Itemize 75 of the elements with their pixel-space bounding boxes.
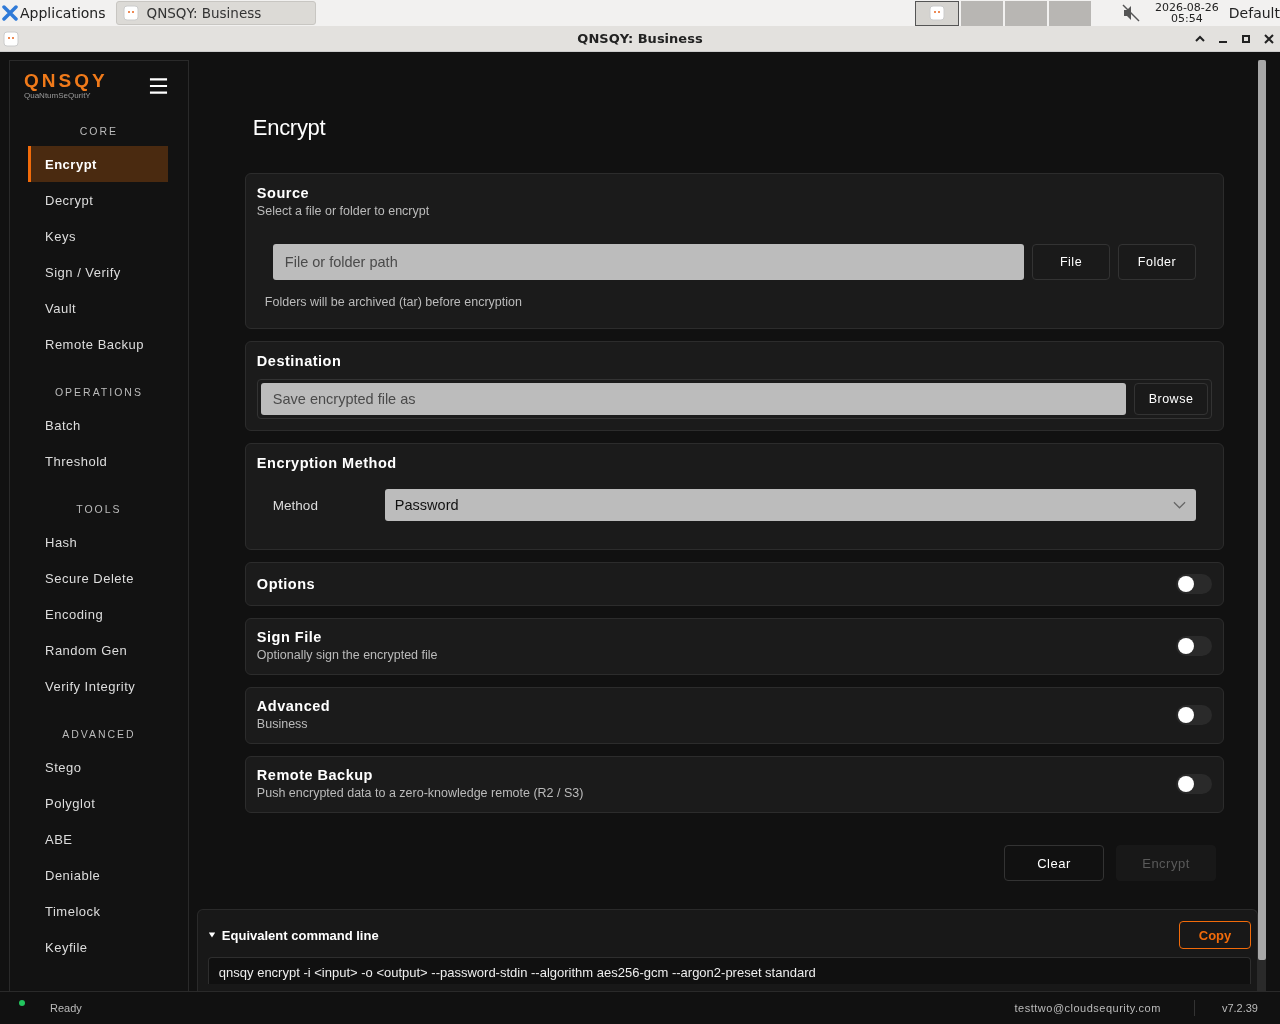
logo-text: QNSQY xyxy=(24,71,108,91)
method-label: Method xyxy=(272,497,319,513)
sidebar-item[interactable]: Batch xyxy=(28,407,168,443)
applications-menu[interactable]: Applications xyxy=(0,0,116,26)
sidebar-item[interactable]: Verify Integrity xyxy=(28,668,168,704)
close-icon[interactable] xyxy=(1264,33,1274,44)
card-title: Remote Backup xyxy=(256,767,374,783)
sidebar-item[interactable]: Threshold xyxy=(28,443,168,479)
logo-tagline: QuaNtumSeQuritY xyxy=(24,91,92,101)
menu-icon[interactable] xyxy=(148,77,168,95)
destination-field[interactable]: Save encrypted file as xyxy=(260,383,1126,415)
copy-button[interactable]: Copy xyxy=(1179,921,1251,949)
sidebar-item[interactable]: Keys xyxy=(28,218,168,254)
sidebar-item[interactable]: Hash xyxy=(28,524,168,560)
browse-button[interactable]: Browse xyxy=(1134,383,1208,415)
status-text: Ready xyxy=(50,1002,82,1014)
sidebar-item[interactable]: ABE xyxy=(28,821,168,857)
action-button[interactable]: Clear xyxy=(1004,845,1104,881)
app-icon xyxy=(3,30,19,47)
toggle-switch[interactable] xyxy=(1176,773,1212,794)
card-subtitle: Business xyxy=(256,717,309,731)
scrollbar[interactable] xyxy=(1258,60,1266,991)
card-title: Options xyxy=(256,576,316,592)
sidebar-item[interactable]: Keyfile xyxy=(28,929,168,965)
section-heading: ADVANCED xyxy=(61,727,137,742)
sidebar-item[interactable]: Remote Backup xyxy=(28,326,168,362)
clock-time: 05:54 xyxy=(1171,13,1203,24)
card-subtitle: Optionally sign the encrypted file xyxy=(256,648,438,662)
sidebar-item[interactable]: Secure Delete xyxy=(28,560,168,596)
card-title: Destination xyxy=(256,353,343,369)
browse-button[interactable]: Folder xyxy=(1118,244,1196,280)
hint-text: Folders will be archived (tar) before encryption xyxy=(264,295,523,309)
card-title: Encryption Method xyxy=(256,455,398,471)
source-path-field[interactable]: File or folder path xyxy=(272,244,1024,280)
browse-button[interactable]: File xyxy=(1032,244,1110,280)
workspace-button[interactable] xyxy=(914,0,959,26)
shade-icon[interactable] xyxy=(1195,33,1205,44)
taskbar-task[interactable]: QNSQY: Business xyxy=(115,1,316,25)
command-text: qnsqy encrypt -i <input> -o <output> --password-stdin --algorithm aes256-gcm --argon2-preset standard xyxy=(207,957,1251,984)
sidebar-item[interactable]: Decrypt xyxy=(28,182,168,218)
method-dropdown[interactable]: Password xyxy=(384,489,1196,521)
x-logo-icon xyxy=(2,5,18,21)
sidebar-item[interactable]: Encoding xyxy=(28,596,168,632)
card-title: Source xyxy=(256,185,311,201)
section-heading: OPERATIONS xyxy=(53,385,144,400)
card-title: Advanced xyxy=(256,698,331,714)
sidebar-item[interactable]: Polyglot xyxy=(28,785,168,821)
app-icon xyxy=(122,5,139,21)
maximize-icon[interactable] xyxy=(1241,33,1251,44)
sidebar-item[interactable]: Timelock xyxy=(28,893,168,929)
sidebar-item[interactable]: Deniable xyxy=(28,857,168,893)
sidebar-item[interactable]: Random Gen xyxy=(28,632,168,668)
sidebar-item[interactable]: Stego xyxy=(28,749,168,785)
section-heading: CORE xyxy=(78,124,120,139)
toggle-switch[interactable] xyxy=(1176,635,1212,656)
chevron-down-icon xyxy=(1173,501,1186,509)
sidebar-item[interactable]: Vault xyxy=(28,290,168,326)
sidebar-item[interactable]: Sign / Verify xyxy=(28,254,168,290)
clock-date: 2026-08-26 xyxy=(1154,2,1219,13)
disclosure-icon xyxy=(207,931,216,939)
app-icon xyxy=(928,5,945,21)
toggle-switch[interactable] xyxy=(1176,704,1212,725)
command-toggle[interactable]: Equivalent command line xyxy=(207,927,379,943)
sidebar-item[interactable]: Encrypt xyxy=(28,146,168,182)
page-title: Encrypt xyxy=(252,115,327,141)
card-title: Sign File xyxy=(256,629,323,645)
version-text: v7.2.39 xyxy=(1221,1002,1258,1014)
toggle-switch[interactable] xyxy=(1176,574,1212,594)
window-title: QNSQY: Business xyxy=(577,31,703,46)
section-heading: TOOLS xyxy=(75,502,123,517)
speaker-muted-icon[interactable] xyxy=(1120,3,1141,23)
card-subtitle: Push encrypted data to a zero-knowledge remote (R2 / S3) xyxy=(256,786,584,800)
card-subtitle: Select a file or folder to encrypt xyxy=(256,204,431,218)
user-email: testtwo@cloudsequrity.com xyxy=(1014,1002,1161,1014)
keyboard-layout[interactable]: Default xyxy=(1228,5,1280,21)
